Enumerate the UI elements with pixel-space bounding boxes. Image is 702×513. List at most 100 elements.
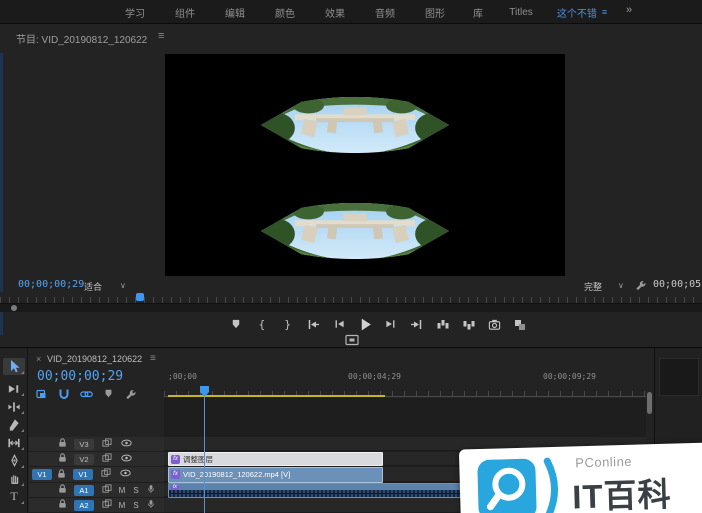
solo-button[interactable]: S xyxy=(131,501,141,510)
sync-lock-icon[interactable] xyxy=(102,437,112,451)
linked-selection-icon[interactable] xyxy=(80,388,93,403)
clip-adjustment-layer[interactable]: fx 调整图层 xyxy=(168,452,383,466)
chevron-down-icon[interactable]: ∨ xyxy=(618,281,624,290)
clip-label: 调整图层 xyxy=(183,454,213,464)
slip-tool[interactable] xyxy=(3,434,25,451)
timeline-playhead-timecode[interactable]: 00;00;00;29 xyxy=(37,369,123,384)
timeline-vertical-scrollbar[interactable] xyxy=(647,392,652,414)
monitor-playhead[interactable] xyxy=(136,293,144,301)
solo-button[interactable]: S xyxy=(131,486,141,495)
lock-icon[interactable] xyxy=(57,437,68,451)
tab-color[interactable]: 颜色 xyxy=(260,5,310,20)
track-header-v1: V1 V1 xyxy=(29,467,164,483)
tab-titles[interactable]: Titles xyxy=(496,7,546,18)
track-output-eye-icon[interactable] xyxy=(119,468,132,481)
snap-icon[interactable] xyxy=(58,388,70,403)
ripple-edit-tool[interactable] xyxy=(3,398,25,415)
chevron-down-icon[interactable]: ∨ xyxy=(120,281,126,290)
tab-editing[interactable]: 编辑 xyxy=(210,5,260,20)
sync-lock-icon[interactable] xyxy=(102,498,112,512)
track-header-a2: A2 M S xyxy=(29,498,164,513)
track-badge-v1[interactable]: V1 xyxy=(73,469,93,480)
tab-active-label: 这个不错 xyxy=(556,8,597,20)
monitor-scrollbar[interactable] xyxy=(0,303,702,312)
go-to-in-button[interactable] xyxy=(305,316,321,332)
hand-tool[interactable] xyxy=(3,470,25,487)
workspace-overflow-chevron[interactable]: » xyxy=(626,4,632,16)
track-header-v2: V2 xyxy=(29,452,164,467)
sync-lock-icon[interactable] xyxy=(102,452,112,466)
tab-menu-icon[interactable]: ≡ xyxy=(602,7,607,17)
button-editor-button[interactable] xyxy=(512,316,528,332)
type-tool[interactable]: T xyxy=(3,488,25,505)
current-timecode[interactable]: 00;00;00;29 xyxy=(18,279,84,290)
mute-button[interactable]: M xyxy=(117,486,127,495)
export-frame-button[interactable] xyxy=(486,316,502,332)
tab-assembly[interactable]: 组件 xyxy=(160,5,210,20)
track-output-eye-icon[interactable] xyxy=(120,453,133,466)
program-monitor-panel: 节目: VID_20190812_120622 ≡ 00;00;00;29 适合… xyxy=(0,25,702,348)
panel-menu-icon[interactable]: ≡ xyxy=(150,353,156,364)
work-area-bar[interactable] xyxy=(168,395,385,397)
tab-audio[interactable]: 音频 xyxy=(360,5,410,20)
clip-video-v1[interactable]: fx VID_20190812_120622.mp4 [V] xyxy=(168,467,383,483)
sync-lock-icon[interactable] xyxy=(102,483,112,497)
clip-label: VID_20190812_120622.mp4 [V] xyxy=(183,469,291,479)
nest-toggle-icon[interactable] xyxy=(36,388,48,403)
monitor-controls-row: 00;00;00;29 适合 ∨ 完整 ∨ 00;00;05 xyxy=(0,277,702,293)
timeline-toolbar xyxy=(36,388,146,402)
source-patch-v1[interactable]: V1 xyxy=(32,469,52,480)
watermark-brand: PConline xyxy=(575,453,633,471)
tab-graphics[interactable]: 图形 xyxy=(410,5,460,20)
pen-tool[interactable] xyxy=(3,452,25,469)
fx-badge: fx xyxy=(171,484,179,490)
play-button[interactable] xyxy=(357,316,373,332)
go-to-out-button[interactable] xyxy=(409,316,425,332)
program-video-area[interactable] xyxy=(165,54,565,276)
mark-out-button[interactable]: } xyxy=(280,316,296,332)
extract-button[interactable] xyxy=(460,316,476,332)
lock-icon[interactable] xyxy=(57,483,68,497)
mute-button[interactable]: M xyxy=(117,501,127,510)
track-output-eye-icon[interactable] xyxy=(120,438,133,451)
timeline-tab-title[interactable]: VID_20190812_120622 xyxy=(47,354,142,364)
step-back-button[interactable] xyxy=(331,316,347,332)
voiceover-mic-icon[interactable] xyxy=(146,498,156,513)
mark-in-button[interactable]: { xyxy=(254,316,270,332)
close-icon[interactable]: × xyxy=(36,354,41,364)
lift-button[interactable] xyxy=(435,316,451,332)
sequence-duration: 00;00;05 xyxy=(653,279,702,290)
track-badge-v3[interactable]: V3 xyxy=(74,438,94,450)
lock-icon[interactable] xyxy=(57,452,68,466)
track-header-a1: A1 M S xyxy=(29,483,164,498)
track-badge-a2[interactable]: A2 xyxy=(74,499,94,511)
itbaike-logo-icon xyxy=(477,457,558,513)
track-badge-a1[interactable]: A1 xyxy=(74,484,94,496)
track-header-v3: V3 xyxy=(29,437,164,452)
panel-menu-icon[interactable]: ≡ xyxy=(158,30,164,42)
watermark-card: PConline IT百科 xyxy=(458,442,702,513)
selection-tool[interactable] xyxy=(3,358,25,375)
add-marker-icon[interactable] xyxy=(103,388,114,402)
track-badge-v2[interactable]: V2 xyxy=(74,453,94,465)
voiceover-mic-icon[interactable] xyxy=(146,483,156,498)
tab-libraries[interactable]: 库 xyxy=(460,5,496,20)
add-marker-button[interactable] xyxy=(228,316,244,332)
program-monitor-title: 节目: VID_20190812_120622 xyxy=(16,35,148,46)
track-select-forward-tool[interactable] xyxy=(3,380,25,397)
comparison-view-button[interactable] xyxy=(340,334,364,347)
tools-panel: T xyxy=(0,348,28,513)
watermark-name: IT百科 xyxy=(571,475,673,513)
lock-icon[interactable] xyxy=(57,498,68,512)
lock-icon[interactable] xyxy=(56,468,67,482)
sync-lock-icon[interactable] xyxy=(101,468,111,481)
step-forward-button[interactable] xyxy=(383,316,399,332)
timeline-settings-wrench-icon[interactable] xyxy=(124,388,136,403)
tab-effects[interactable]: 效果 xyxy=(310,5,360,20)
razor-tool[interactable] xyxy=(3,416,25,433)
fx-badge: fx xyxy=(171,454,180,464)
monitor-mini-ruler[interactable] xyxy=(0,292,702,303)
tab-learn[interactable]: 学习 xyxy=(110,5,160,20)
scrollbar-knob[interactable] xyxy=(11,305,17,311)
tab-active-custom[interactable]: 这个不错 ≡ xyxy=(546,5,618,20)
